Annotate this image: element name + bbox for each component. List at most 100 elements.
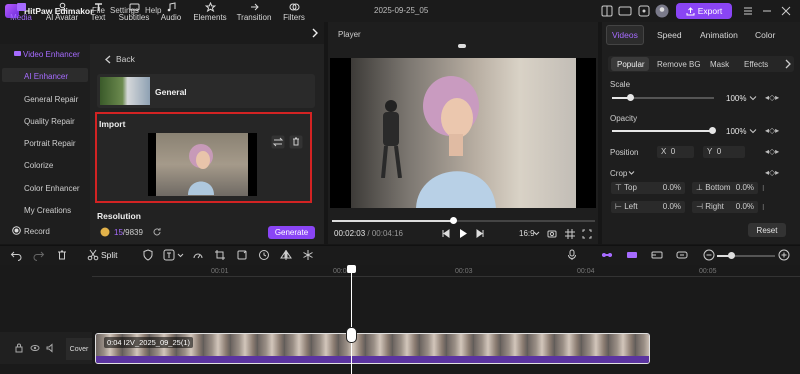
sidebar-item-colorize[interactable]: Colorize <box>24 161 53 170</box>
crop-stepper[interactable]: ⁝ <box>762 184 765 193</box>
sidebar-item-quality-repair[interactable]: Quality Repair <box>24 117 75 126</box>
cover-button[interactable]: Cover <box>66 338 92 360</box>
notification-icon[interactable] <box>637 4 651 18</box>
tab-transition[interactable]: Transition <box>233 2 275 22</box>
keyframe-controls[interactable]: ◂◇▸ <box>765 126 779 135</box>
picture-in-picture-icon[interactable] <box>651 249 663 261</box>
tab-elements[interactable]: Elements <box>189 2 231 22</box>
zoom-out-icon[interactable] <box>703 249 715 261</box>
tab-color[interactable]: Color <box>755 30 775 40</box>
tab-speed[interactable]: Speed <box>657 30 682 40</box>
redo-icon[interactable] <box>33 249 45 261</box>
freeze-icon[interactable] <box>302 249 314 261</box>
hamburger-menu-icon[interactable] <box>741 4 755 18</box>
next-frame-icon[interactable] <box>476 229 485 238</box>
chevron-right-icon[interactable] <box>311 28 319 38</box>
rotate-icon[interactable] <box>236 249 248 261</box>
scale-slider-handle[interactable] <box>627 94 634 101</box>
track-toggle-icon[interactable] <box>676 249 688 261</box>
play-icon[interactable] <box>458 228 468 239</box>
previous-frame-icon[interactable] <box>441 229 450 238</box>
tab-subtitles[interactable]: Subtitles <box>113 2 155 22</box>
crop-stepper[interactable]: ⁝ <box>762 203 765 212</box>
speed-icon[interactable] <box>192 249 204 261</box>
opacity-value[interactable]: 100% <box>726 127 746 136</box>
microphone-icon[interactable] <box>566 249 578 261</box>
text-tool-icon[interactable] <box>163 249 175 261</box>
track-lock-icon[interactable] <box>14 343 24 353</box>
close-icon[interactable] <box>779 4 793 18</box>
mirror-icon[interactable] <box>280 249 292 261</box>
snapshot-icon[interactable] <box>547 229 557 238</box>
shield-icon[interactable] <box>142 249 154 261</box>
keyframe-controls[interactable]: ◂◇▸ <box>765 168 779 177</box>
back-button[interactable]: Back <box>116 54 135 64</box>
reverse-icon[interactable] <box>258 249 270 261</box>
sidebar-item-general-repair[interactable]: General Repair <box>24 95 78 104</box>
keyframe-controls[interactable]: ◂◇▸ <box>765 147 779 156</box>
sidebar-item-my-creations[interactable]: My Creations <box>24 206 71 215</box>
delete-icon[interactable] <box>289 135 303 149</box>
playhead-handle[interactable] <box>347 265 356 273</box>
tab-audio[interactable]: Audio <box>153 2 189 22</box>
chevron-down-icon[interactable] <box>749 94 757 102</box>
subtab-mask[interactable]: Mask <box>710 60 729 69</box>
tab-media[interactable]: Media <box>1 2 41 22</box>
tab-ai-avatar[interactable]: AI Avatar <box>41 2 83 22</box>
chevron-down-icon[interactable] <box>628 170 635 176</box>
keyboard-icon[interactable] <box>618 4 632 18</box>
keyframe-controls[interactable]: ◂◇▸ <box>765 93 779 102</box>
split-button[interactable]: Split <box>101 250 118 260</box>
crop-right-field[interactable]: ⊣ Right 0.0% <box>692 201 758 213</box>
crop-icon[interactable] <box>214 249 226 261</box>
crop-handle-icon[interactable] <box>457 42 467 50</box>
refresh-icon[interactable] <box>152 227 162 237</box>
grid-layout-icon[interactable] <box>600 4 614 18</box>
sidebar-item-color-enhancer[interactable]: Color Enhancer <box>24 184 80 193</box>
scissors-icon[interactable] <box>87 249 99 261</box>
chevron-right-icon[interactable] <box>784 59 792 69</box>
sidebar-item-portrait-repair[interactable]: Portrait Repair <box>24 139 76 148</box>
crop-left-field[interactable]: ⊢ Left 0.0% <box>611 201 685 213</box>
grid-icon[interactable] <box>565 229 575 239</box>
undo-icon[interactable] <box>10 249 22 261</box>
replace-icon[interactable] <box>271 135 285 149</box>
video-clip[interactable]: 0:04 I2V_2025_09_25(1) <box>95 333 650 364</box>
subtab-effects[interactable]: Effects <box>744 60 768 69</box>
generate-button[interactable]: Generate <box>268 226 315 239</box>
crop-bottom-field[interactable]: ⊥ Bottom 0.0% <box>692 182 758 194</box>
scale-value[interactable]: 100% <box>726 94 746 103</box>
playhead-line[interactable] <box>351 268 352 374</box>
opacity-slider-handle[interactable] <box>709 127 716 134</box>
zoom-in-icon[interactable] <box>778 249 790 261</box>
tab-animation[interactable]: Animation <box>700 30 738 40</box>
position-x-field[interactable]: X 0 <box>657 146 694 158</box>
chevron-down-icon[interactable] <box>177 253 184 258</box>
track-visibility-icon[interactable] <box>30 343 40 353</box>
avatar[interactable] <box>655 4 669 18</box>
record-button[interactable]: Record <box>24 227 50 236</box>
tab-text[interactable]: Text <box>81 2 115 22</box>
sidebar-section-video-enhancer[interactable]: Video Enhancer <box>23 50 80 59</box>
export-button[interactable]: Export <box>676 3 732 19</box>
model-card-general[interactable]: General <box>97 74 315 108</box>
delete-icon[interactable] <box>56 249 68 261</box>
magnet-link-icon[interactable] <box>601 249 613 261</box>
crop-top-field[interactable]: ⊤ Top 0.0% <box>611 182 685 194</box>
player-scrubber-handle[interactable] <box>450 217 457 224</box>
chevron-left-icon[interactable] <box>104 55 112 64</box>
chevron-down-icon[interactable] <box>749 127 757 135</box>
snap-icon[interactable] <box>626 249 638 261</box>
position-y-field[interactable]: Y 0 <box>703 146 745 158</box>
track-audio-icon[interactable] <box>46 343 56 353</box>
subtab-popular[interactable]: Popular <box>617 60 645 69</box>
minimize-icon[interactable] <box>760 4 774 18</box>
subtab-remove-bg[interactable]: Remove BG <box>657 60 701 69</box>
reset-button[interactable]: Reset <box>748 223 786 237</box>
sidebar-item-ai-enhancer[interactable]: AI Enhancer <box>24 72 68 81</box>
playhead-scissors-icon[interactable] <box>346 327 357 343</box>
tab-filters[interactable]: Filters <box>277 2 311 22</box>
tab-videos[interactable]: Videos <box>612 30 638 40</box>
zoom-slider-handle[interactable] <box>728 252 735 259</box>
fullscreen-icon[interactable] <box>582 229 592 239</box>
